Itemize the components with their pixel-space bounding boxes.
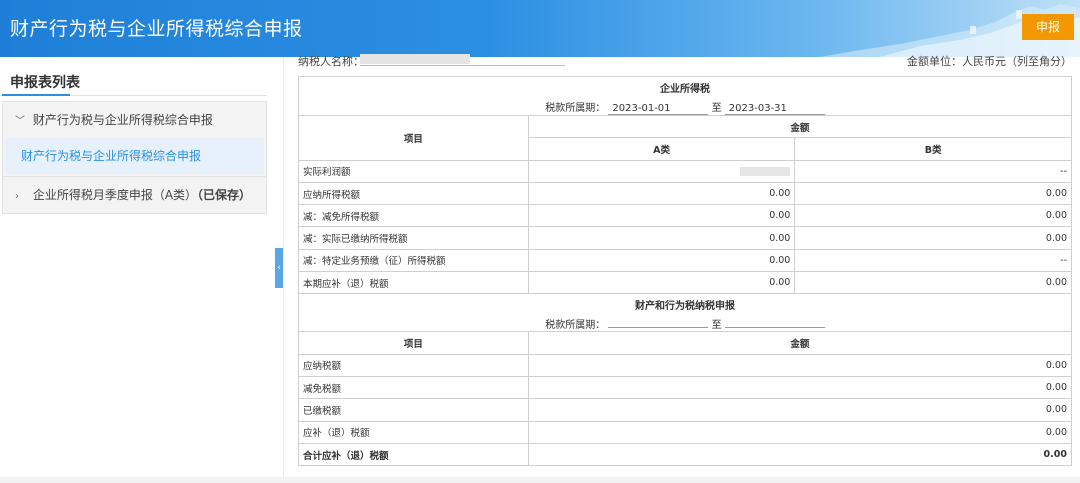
table-row: 减：实际已缴纳所得税额 0.00 0.00 — [298, 226, 1072, 250]
sidebar-toggle-button[interactable]: ‹ — [275, 248, 283, 288]
col-amount-header: 金额 — [527, 114, 1073, 139]
col-amount-header: 金额 — [527, 331, 1073, 355]
declaration-table: 企业所得税 税款所属期： 2023-01-01 至 2023-03-31 项目 … — [298, 76, 1073, 467]
cell-b-value[interactable]: 0.00 — [794, 181, 1072, 206]
row-label: 减免税额 — [298, 375, 529, 400]
row-label: 减：实际已缴纳所得税额 — [298, 226, 529, 250]
sidebar-item-combined-declaration[interactable]: 财产行为税与企业所得税综合申报 — [5, 138, 264, 174]
col-a-header: A类 — [527, 137, 796, 161]
cit-period: 税款所属期： 2023-01-01 至 2023-03-31 — [303, 99, 1067, 115]
table-row: 本期应补（退）税额 0.00 0.00 — [298, 271, 1072, 295]
cell-b-value[interactable]: 0.00 — [794, 271, 1072, 295]
cell-a-value[interactable]: 0.00 — [527, 271, 796, 295]
sidebar-group-label: 企业所得税月季度申报（A类） — [32, 188, 198, 202]
cit-section-header: 企业所得税 税款所属期： 2023-01-01 至 2023-03-31 — [298, 76, 1072, 116]
declaration-form-panel: 纳税人名称： 金额单位：人民币元（列至角分） 企业所得税 税款所属期： 2023… — [298, 54, 1073, 483]
sidebar-group-header[interactable]: ﹀ 财产行为税与企业所得税综合申报 — [3, 102, 266, 138]
ptax-period: 税款所属期： 至 — [303, 316, 1067, 331]
period-end-field[interactable] — [724, 327, 825, 329]
sidebar-group-combined: ﹀ 财产行为税与企业所得税综合申报 财产行为税与企业所得税综合申报 — [2, 101, 267, 177]
ptax-section-title: 财产和行为税纳税申报 — [635, 301, 735, 313]
row-label: 应纳税额 — [298, 353, 529, 377]
cell-a-value[interactable] — [527, 159, 796, 183]
cell-value[interactable]: 0.00 — [527, 375, 1073, 400]
sidebar-title-underline — [2, 94, 70, 96]
taxpayer-name-value — [360, 54, 470, 64]
table-row: 已缴税额 0.00 — [298, 398, 1073, 422]
sidebar-group-cit: › 企业所得税月季度申报（A类）（已保存） — [2, 176, 267, 214]
table-row: 减：减免所得税额 0.00 0.00 — [298, 204, 1072, 228]
cell-value[interactable]: 0.00 — [527, 353, 1073, 377]
period-end-field[interactable]: 2023-03-31 — [724, 103, 825, 115]
row-label: 应纳所得税额 — [298, 181, 529, 206]
cit-col-header-row: 项目 金额 — [298, 114, 1073, 161]
table-row: 应纳税额 0.00 — [298, 353, 1073, 377]
ptax-section-header: 财产和行为税纳税申报 税款所属期： 至 — [298, 293, 1072, 333]
table-row: 应补（退）税额 0.00 — [298, 420, 1073, 444]
cell-b-value[interactable]: 0.00 — [794, 226, 1072, 250]
sidebar-group-header[interactable]: › 企业所得税月季度申报（A类）（已保存） — [3, 177, 266, 213]
col-b-header: B类 — [794, 137, 1072, 161]
sidebar: 申报表列表 ﹀ 财产行为税与企业所得税综合申报 财产行为税与企业所得税综合申报 … — [0, 57, 275, 483]
sidebar-group-label: 财产行为税与企业所得税综合申报 — [32, 113, 213, 127]
app-header: 财产行为税与企业所得税综合申报 申报 — [0, 0, 1080, 57]
row-label: 本期应补（退）税额 — [298, 271, 529, 295]
row-label: 应补（退）税额 — [298, 420, 529, 444]
period-label: 税款所属期： — [545, 320, 606, 332]
total-row: 合计应补（退）税额 0.00 — [298, 442, 1073, 467]
period-start-field[interactable] — [608, 327, 709, 329]
row-label: 减：减免所得税额 — [298, 204, 529, 228]
table-row: 减免税额 0.00 — [298, 375, 1073, 400]
row-label: 减：特定业务预缴（征）所得税额 — [298, 248, 529, 273]
cell-value[interactable]: 0.00 — [527, 398, 1073, 422]
cell-a-value[interactable]: 0.00 — [527, 226, 796, 250]
table-row: 应纳所得税额 0.00 0.00 — [298, 181, 1072, 206]
period-label: 税款所属期： — [545, 103, 606, 114]
cell-value[interactable]: 0.00 — [527, 420, 1073, 444]
ptax-col-header-row: 项目 金额 — [298, 331, 1073, 355]
sidebar-item-label: 财产行为税与企业所得税综合申报 — [21, 149, 202, 163]
bottom-scrollbar[interactable] — [0, 477, 1080, 483]
col-item-header: 项目 — [298, 331, 529, 355]
cell-b-value[interactable]: -- — [794, 248, 1072, 273]
period-to-label: 至 — [711, 103, 722, 114]
total-label: 合计应补（退）税额 — [298, 442, 529, 467]
table-row: 减：特定业务预缴（征）所得税额 0.00 -- — [298, 248, 1072, 273]
redacted-value — [740, 166, 791, 176]
cell-b-value[interactable]: -- — [794, 159, 1072, 183]
row-label: 已缴税额 — [298, 398, 529, 422]
period-to-label: 至 — [711, 320, 722, 332]
total-value: 0.00 — [527, 442, 1073, 467]
chevron-left-icon: ‹ — [277, 263, 281, 273]
taxpayer-name-underline — [360, 65, 565, 66]
page-title: 财产行为税与企业所得税综合申报 — [10, 18, 303, 40]
cit-section-title: 企业所得税 — [660, 84, 710, 95]
period-start-field[interactable]: 2023-01-01 — [608, 103, 709, 115]
cell-a-value[interactable]: 0.00 — [527, 248, 796, 273]
cell-a-value[interactable]: 0.00 — [527, 204, 796, 228]
chevron-right-icon: › — [15, 191, 19, 202]
sidebar-title: 申报表列表 — [10, 75, 80, 91]
taxpayer-name-label: 纳税人名称： — [298, 55, 364, 68]
col-item-header: 项目 — [298, 115, 529, 161]
saved-status-label: （已保存） — [197, 188, 252, 202]
cell-a-value[interactable]: 0.00 — [527, 181, 796, 206]
panel-divider — [283, 57, 284, 483]
row-label: 实际利润额 — [298, 159, 529, 183]
table-row: 实际利润额 -- — [298, 159, 1072, 183]
cell-b-value[interactable]: 0.00 — [794, 204, 1072, 228]
chevron-down-icon: ﹀ — [15, 116, 25, 127]
form-meta: 纳税人名称： 金额单位：人民币元（列至角分） — [298, 53, 1072, 68]
submit-declaration-button[interactable]: 申报 — [1022, 14, 1074, 40]
currency-unit-label: 金额单位：人民币元（列至角分） — [907, 55, 1072, 68]
